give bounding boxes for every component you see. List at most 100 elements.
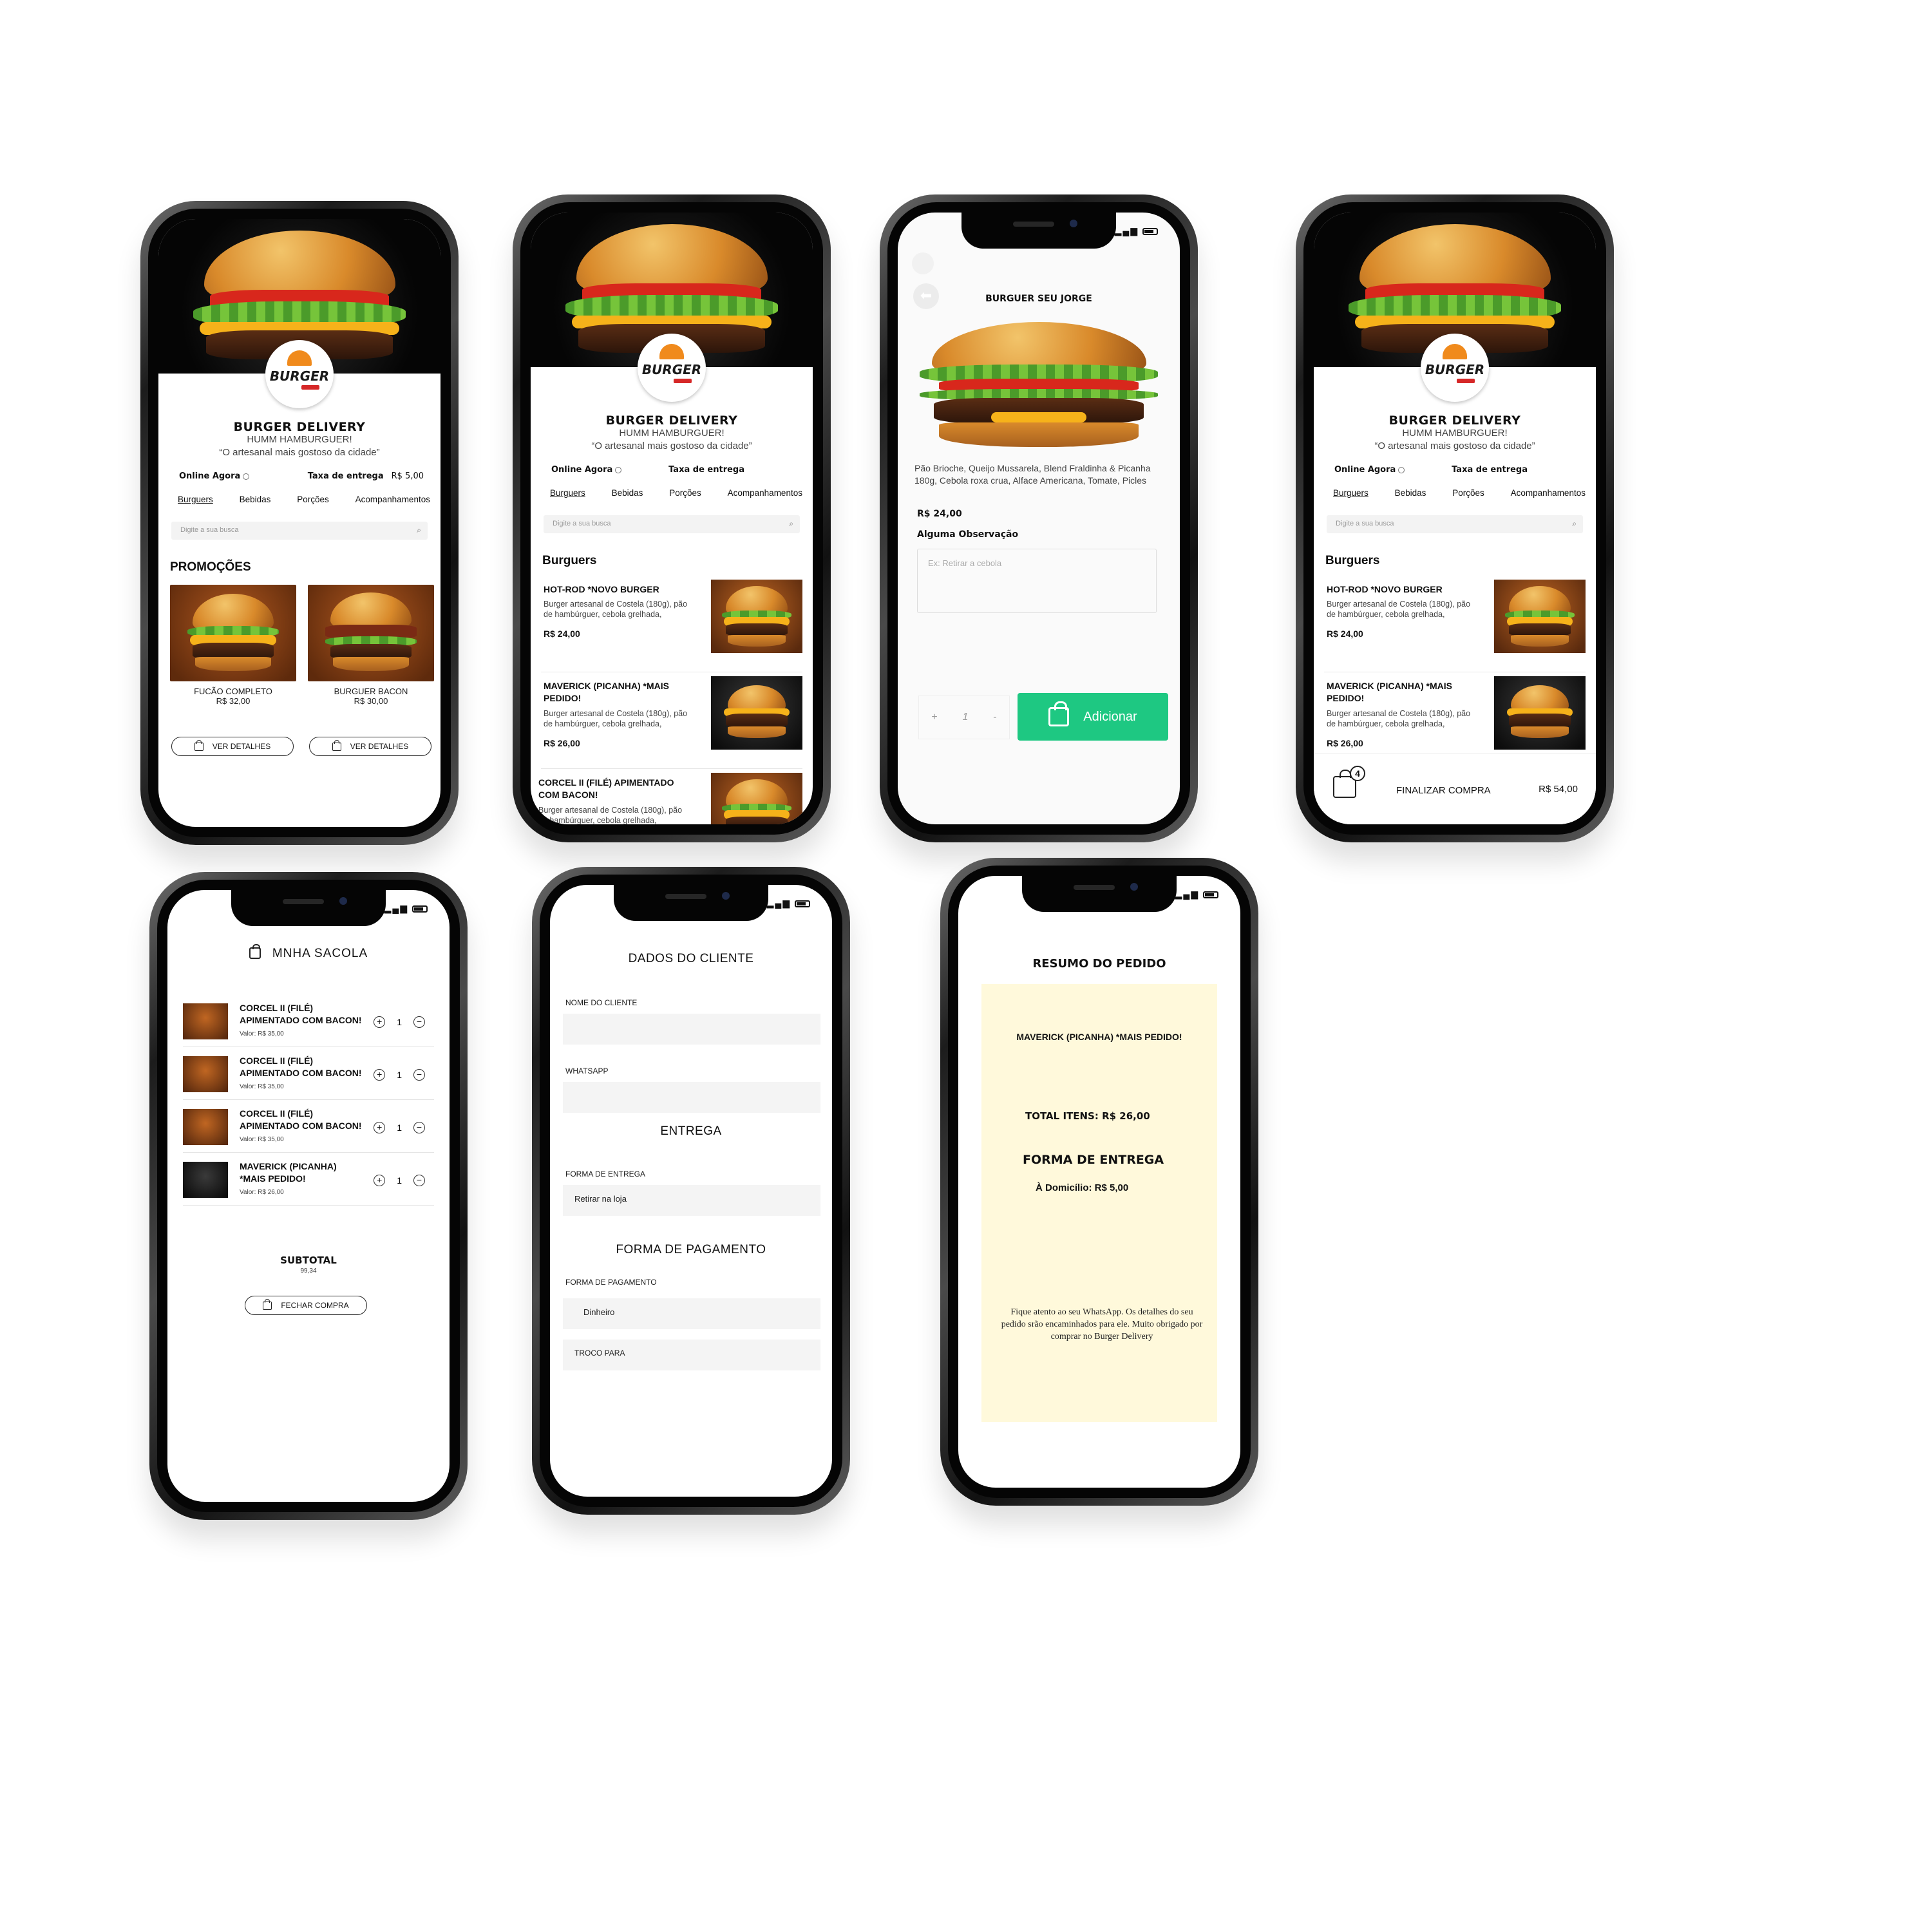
- online-status: Online Agora: [551, 465, 622, 475]
- promo-card[interactable]: FUCÃO COMPLETO R$ 32,00: [170, 585, 296, 706]
- item-title: HOT-ROD *NOVO BURGER: [1327, 584, 1443, 594]
- minus-button[interactable]: -: [993, 712, 996, 723]
- online-status: Online Agora: [179, 471, 250, 481]
- fee-value: R$ 5,00: [391, 471, 424, 481]
- screen: BURGER BURGER DELIVERY HUMM HAMBURGUER! …: [1314, 213, 1596, 824]
- notch: [231, 890, 386, 926]
- product-title: BURGUER SEU JORGE: [985, 294, 1092, 304]
- minus-circle-icon[interactable]: −: [413, 1122, 425, 1133]
- phone-product-detail: ▂▄▆ ⬅ BURGUER SEU JORGE Pão Brioche, Que…: [880, 194, 1198, 842]
- minus-circle-icon[interactable]: −: [413, 1016, 425, 1028]
- bag-icon: [332, 739, 341, 751]
- payment-title: FORMA DE PAGAMENTO: [616, 1243, 766, 1256]
- store-title: BURGER DELIVERY: [233, 420, 366, 434]
- details-button[interactable]: VER DETALHES: [309, 737, 431, 756]
- tab-acompanhamentos[interactable]: Acompanhamentos: [355, 495, 430, 504]
- promos-heading: PROMOÇÕES: [170, 560, 251, 574]
- store-info-row: Online Agora Taxa de entrega: [551, 465, 796, 475]
- search-input[interactable]: Digite a sua busca ⌕: [1327, 515, 1583, 533]
- plus-circle-icon[interactable]: +: [374, 1016, 386, 1028]
- phone-order-summary: ▂▄▆ RESUMO DO PEDIDO MAVERICK (PICANHA) …: [940, 858, 1258, 1506]
- item-desc: Burger artesanal de Costela (180g), pão …: [1327, 600, 1471, 619]
- name-field[interactable]: [563, 1014, 820, 1045]
- tab-acompanhamentos[interactable]: Acompanhamentos: [1511, 488, 1586, 498]
- bag-title: MNHA SACOLA: [167, 944, 450, 961]
- checkout-label[interactable]: FINALIZAR COMPRA: [1396, 785, 1491, 796]
- quantity-stepper[interactable]: + 1 -: [918, 696, 1010, 739]
- change-field[interactable]: TROCO PARA: [563, 1340, 820, 1370]
- payment-label: FORMA DE PAGAMENTO: [565, 1278, 657, 1287]
- menu-item[interactable]: HOT-ROD *NOVO BURGER Burger artesanal de…: [541, 576, 802, 672]
- category-tabs: Burguers Bebidas Porções Acompanhamentos: [178, 495, 430, 504]
- summary-total: TOTAL ITENS: R$ 26,00: [1025, 1110, 1150, 1122]
- notch: [614, 885, 768, 921]
- search-input[interactable]: Digite a sua busca ⌕: [544, 515, 800, 533]
- tab-porcoes[interactable]: Porções: [297, 495, 329, 504]
- bag-icon: [194, 739, 204, 751]
- bag-item: CORCEL II (FILÉ) APIMENTADO COM BACON! V…: [183, 1100, 434, 1153]
- tab-porcoes[interactable]: Porções: [669, 488, 701, 498]
- cart-count-badge: 4: [1350, 766, 1365, 781]
- item-title: CORCEL II (FILÉ) APIMENTADO COM BACON!: [538, 777, 674, 800]
- tab-burguers[interactable]: Burguers: [1333, 488, 1368, 498]
- item-burger-image: [711, 580, 802, 653]
- search-icon: ⌕: [1572, 519, 1577, 528]
- item-value: Valor: R$ 26,00: [240, 1189, 284, 1196]
- bag-item: MAVERICK (PICANHA) *MAIS PEDIDO! Valor: …: [183, 1153, 434, 1206]
- fee-label: Taxa de entrega: [307, 471, 384, 481]
- promo-burger-image: [170, 585, 296, 681]
- tab-bebidas[interactable]: Bebidas: [1395, 488, 1426, 498]
- tab-porcoes[interactable]: Porções: [1452, 488, 1484, 498]
- item-burger-image: [1494, 676, 1586, 750]
- phone-client-form: ▂▄▆ DADOS DO CLIENTE NOME DO CLIENTE WHA…: [532, 867, 850, 1515]
- promo-name: FUCÃO COMPLETO: [194, 687, 272, 696]
- minus-circle-icon[interactable]: −: [413, 1175, 425, 1186]
- plus-button[interactable]: +: [931, 712, 937, 723]
- phone-menu-cart: BURGER BURGER DELIVERY HUMM HAMBURGUER! …: [1296, 194, 1614, 842]
- bag-item: CORCEL II (FILÉ) APIMENTADO COM BACON! V…: [183, 1047, 434, 1100]
- promo-card[interactable]: BURGUER BACON R$ 30,00: [308, 585, 434, 706]
- bag-icon: [263, 1298, 272, 1310]
- item-value: Valor: R$ 35,00: [240, 1083, 284, 1090]
- tab-bebidas[interactable]: Bebidas: [612, 488, 643, 498]
- menu-heading: Burguers: [542, 554, 597, 567]
- store-logo: BURGER: [265, 340, 334, 408]
- tab-acompanhamentos[interactable]: Acompanhamentos: [728, 488, 802, 498]
- details-button[interactable]: VER DETALHES: [171, 737, 294, 756]
- name-label: NOME DO CLIENTE: [565, 998, 638, 1007]
- search-input[interactable]: Digite a sua busca ⌕: [171, 522, 428, 540]
- status-bar-icons: ▂▄▆: [1115, 225, 1158, 236]
- tab-bebidas[interactable]: Bebidas: [240, 495, 271, 504]
- add-to-cart-button[interactable]: Adicionar: [1018, 693, 1168, 741]
- clock-icon: [615, 466, 622, 473]
- store-quote: “O artesanal mais gostoso da cidade”: [591, 440, 752, 451]
- store-info-row: Online Agora Taxa de entrega: [1334, 465, 1579, 475]
- checkout-button[interactable]: FECHAR COMPRA: [245, 1296, 367, 1315]
- delivery-select[interactable]: Retirar na loja: [563, 1185, 820, 1216]
- plus-circle-icon[interactable]: +: [374, 1175, 386, 1186]
- store-title: BURGER DELIVERY: [1388, 413, 1521, 428]
- item-qty: 1: [397, 1122, 402, 1133]
- tab-burguers[interactable]: Burguers: [178, 495, 213, 504]
- plus-circle-icon[interactable]: +: [374, 1122, 386, 1133]
- whatsapp-field[interactable]: [563, 1082, 820, 1113]
- item-desc: Burger artesanal de Costela (180g), pão …: [544, 600, 688, 619]
- item-name: MAVERICK (PICANHA) *MAIS PEDIDO!: [240, 1161, 337, 1184]
- fee-label: Taxa de entrega: [1452, 465, 1528, 475]
- plus-circle-icon[interactable]: +: [374, 1069, 386, 1081]
- menu-item[interactable]: MAVERICK (PICANHA) *MAIS PEDIDO! Burger …: [541, 672, 802, 769]
- cart-bar[interactable]: 4 FINALIZAR COMPRA R$ 54,00: [1314, 753, 1596, 824]
- store-logo: BURGER: [638, 334, 706, 402]
- menu-item[interactable]: HOT-ROD *NOVO BURGER Burger artesanal de…: [1324, 576, 1586, 672]
- promo-burger-image: [308, 585, 434, 681]
- summary-box: MAVERICK (PICANHA) *MAIS PEDIDO! TOTAL I…: [981, 984, 1217, 1422]
- store-subtitle: HUMM HAMBURGUER!: [619, 428, 724, 439]
- menu-item[interactable]: CORCEL II (FILÉ) APIMENTADO COM BACON! B…: [536, 769, 802, 824]
- search-icon: ⌕: [417, 526, 421, 535]
- summary-delivery-value: À Domicílio: R$ 5,00: [1036, 1182, 1129, 1193]
- minus-circle-icon[interactable]: −: [413, 1069, 425, 1081]
- observation-input[interactable]: Ex: Retirar a cebola: [917, 549, 1157, 613]
- payment-select[interactable]: Dinheiro: [563, 1298, 820, 1329]
- subtotal-label: SUBTOTAL: [280, 1255, 337, 1266]
- tab-burguers[interactable]: Burguers: [550, 488, 585, 498]
